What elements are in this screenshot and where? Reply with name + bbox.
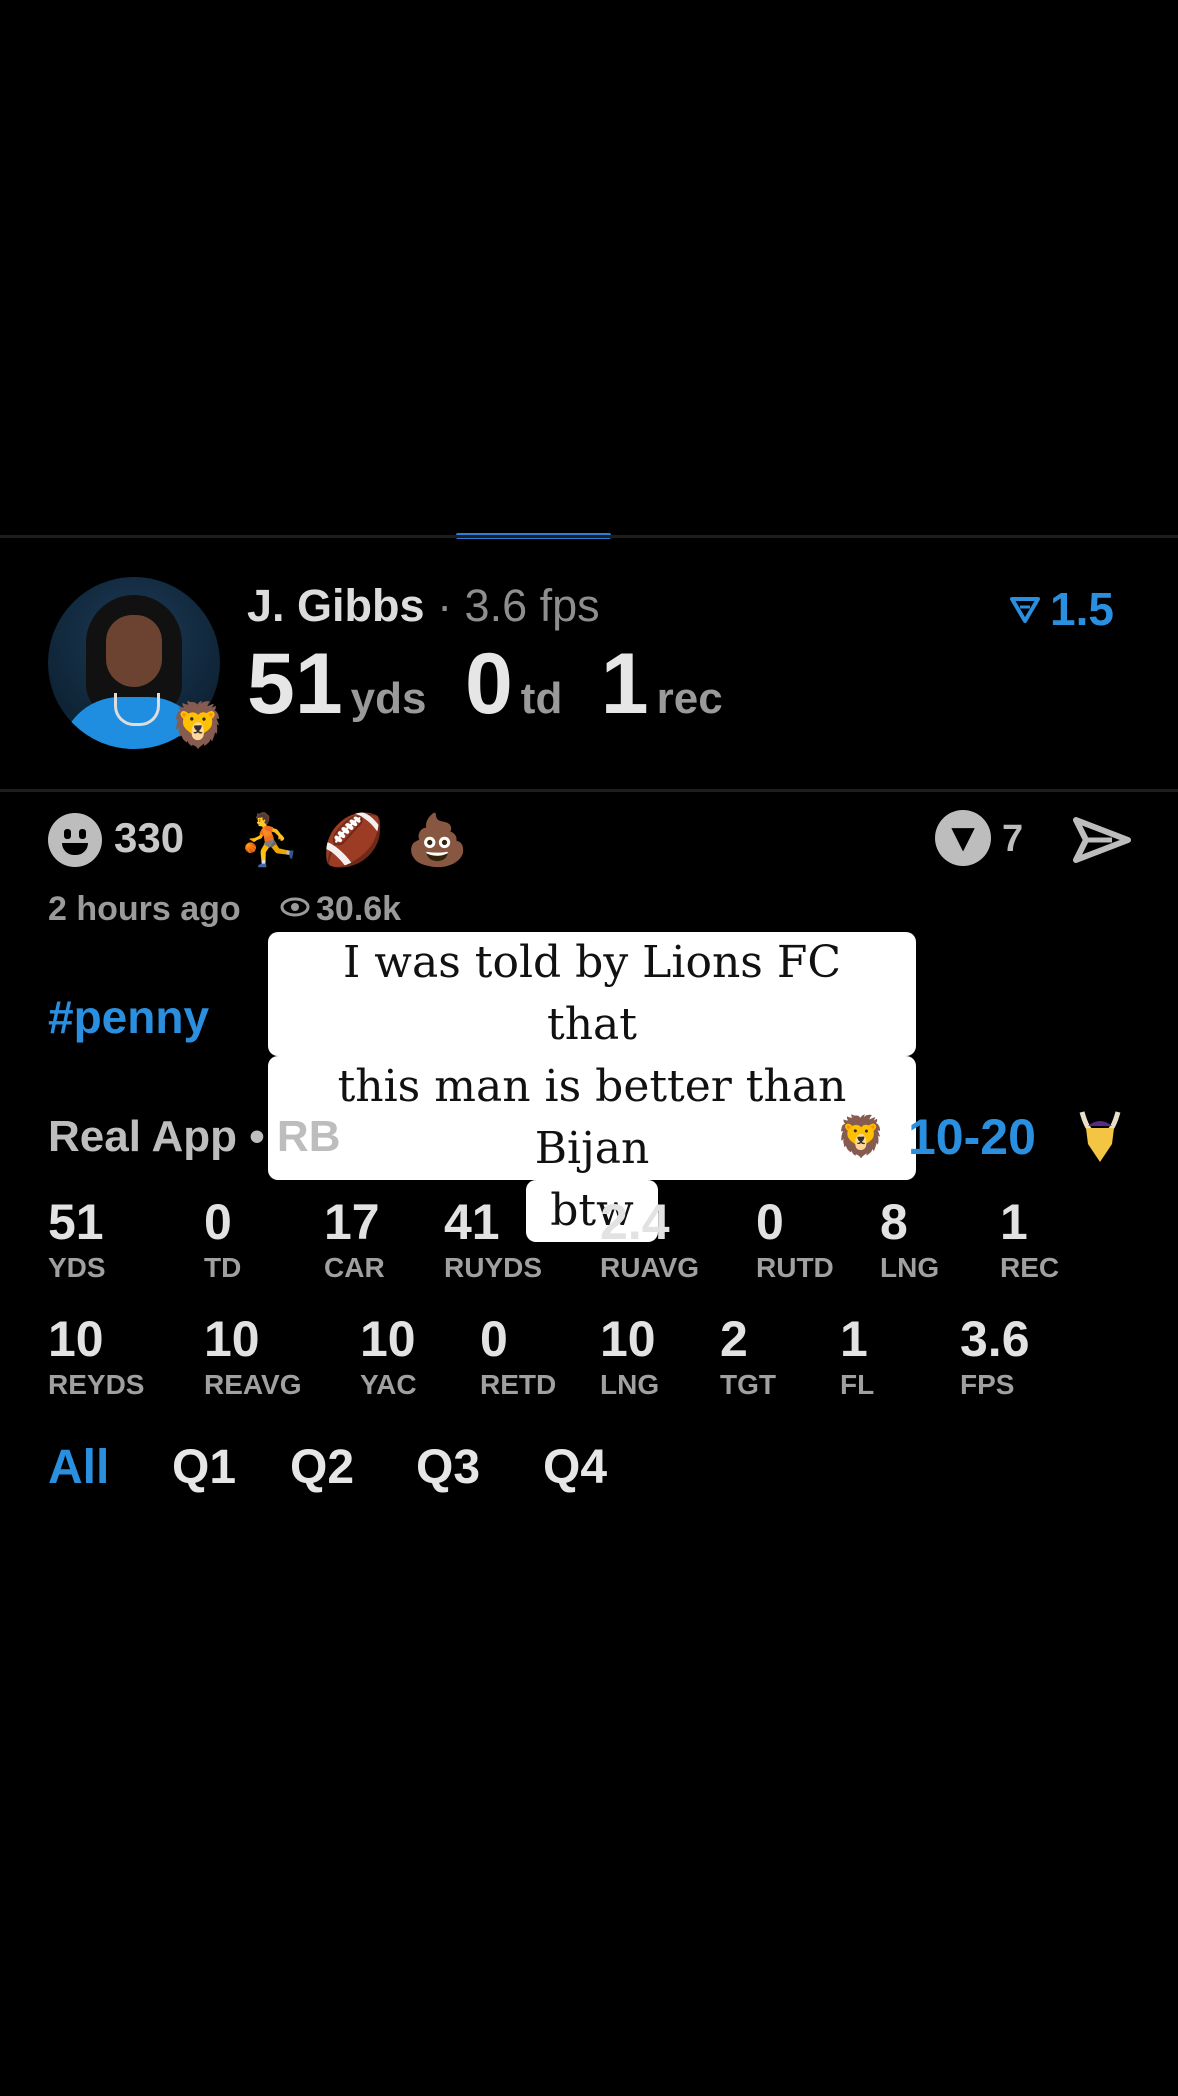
header-divider [0,535,1178,538]
stat-ruyds: 41 RUYDS [444,1194,543,1283]
player-name-line[interactable]: J. Gibbs · 3.6 fps [247,580,600,632]
stat-yac: 10 YAC [360,1311,417,1400]
lions-logo-icon: 🦁 [170,701,226,750]
poop-reaction-icon[interactable]: 💩 [406,807,468,873]
basketball-player-reaction-icon[interactable]: ⛹ [238,807,300,873]
vote-icon[interactable]: ▼ [935,810,991,866]
post-time: 2 hours ago [48,890,241,928]
funnel-down-icon [1010,595,1040,634]
section-divider [0,789,1178,792]
vikings-logo-icon [1076,1108,1124,1166]
headline-yds-value: 51 [247,636,343,732]
stat-fl: 1 FL [840,1311,875,1400]
prop-line-value: 1.5 [1050,583,1114,635]
stat-car: 17 CAR [324,1194,385,1283]
tab-q2[interactable]: Q2 [290,1440,354,1495]
smiley-reaction-icon[interactable] [48,813,102,867]
caption-line-2: this man is better than Bijan [268,1056,916,1180]
player-name: J. Gibbs [247,580,425,631]
stat-lng: 8 LNG [880,1194,940,1283]
tab-all[interactable]: All [48,1440,109,1495]
stat-td: 0 TD [204,1194,242,1283]
stat-rutd: 0 RUTD [756,1194,834,1283]
view-count: 30.6k [316,890,402,928]
headline-rec-unit: rec [656,674,723,723]
eye-icon [280,896,310,918]
stat-retd: 0 RETD [480,1311,557,1400]
stat-reyds: 10 REYDS [48,1311,145,1400]
stat-reavg: 10 REAVG [204,1311,302,1400]
stat-fps: 3.6 FPS [960,1311,1030,1400]
stat-ruavg: 2.4 RUAVG [600,1194,700,1283]
headline-td-value: 0 [464,636,513,732]
section-title: Real App • RB [48,1112,341,1161]
tab-q1[interactable]: Q1 [172,1440,236,1495]
send-icon[interactable] [1072,814,1132,866]
headline-rec-value: 1 [600,636,649,732]
vote-count: 7 [1002,818,1024,860]
caption-line-1: I was told by Lions FC that [268,932,916,1056]
headline-td-unit: td [520,674,563,723]
stat-lng-rec: 10 LNG [600,1311,660,1400]
headline-stats: 51 yds 0 td 1 rec [247,635,757,734]
football-player-reaction-icon[interactable]: 🏈 [322,807,384,873]
tab-q4[interactable]: Q4 [543,1440,607,1495]
reaction-count: 330 [114,814,185,861]
stat-rec: 1 REC [1000,1194,1060,1283]
hashtag-link[interactable]: #penny [48,990,209,1044]
stat-yds: 51 YDS [48,1194,106,1283]
game-score[interactable]: 10-20 [908,1108,1036,1166]
headline-yds-unit: yds [350,674,427,723]
player-fps: · 3.6 fps [437,580,600,631]
lions-logo-icon: 🦁 [836,1115,886,1159]
stat-tgt: 2 TGT [720,1311,776,1400]
prop-line-button[interactable]: 1.5 [1010,582,1114,636]
tab-q3[interactable]: Q3 [416,1440,480,1495]
